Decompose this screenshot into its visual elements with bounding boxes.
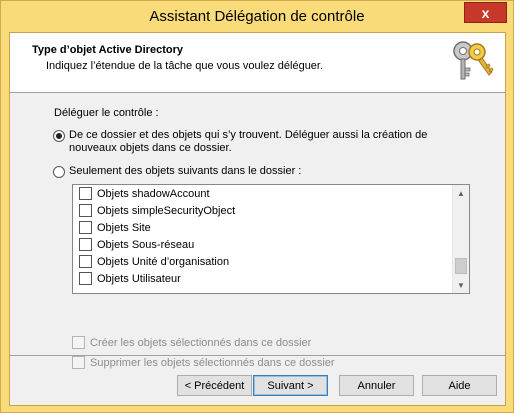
window-title: Assistant Délégation de contrôle	[149, 8, 365, 25]
list-item[interactable]: Objets Sous-réseau	[73, 236, 452, 253]
checkbox[interactable]	[79, 187, 92, 200]
create-objects-checkbox	[72, 336, 85, 349]
close-icon: x	[481, 4, 490, 21]
list-item[interactable]: Objets Site	[73, 219, 452, 236]
title-bar[interactable]: Assistant Délégation de contrôle x	[1, 1, 513, 33]
list-item-label: Objets shadowAccount	[97, 187, 210, 200]
wizard-body: Déléguer le contrôle : De ce dossier et …	[10, 94, 505, 369]
delete-objects-label: Supprimer les objets sélectionnés dans c…	[90, 356, 335, 369]
checkbox[interactable]	[79, 272, 92, 285]
wizard-header: Type d’objet Active Directory Indiquez l…	[10, 33, 505, 93]
delete-objects-option: Supprimer les objets sélectionnés dans c…	[72, 356, 335, 369]
help-button[interactable]: Aide	[422, 375, 497, 396]
list-item[interactable]: Objets shadowAccount	[73, 185, 452, 202]
list-item[interactable]: Objets Utilisateur	[73, 270, 452, 287]
checkbox[interactable]	[79, 221, 92, 234]
list-item-label: Objets Utilisateur	[97, 272, 181, 285]
object-type-items: Objets shadowAccount Objets simpleSecuri…	[73, 185, 452, 293]
delegate-control-label: Déléguer le contrôle :	[54, 107, 159, 119]
checkbox[interactable]	[79, 238, 92, 251]
object-type-list[interactable]: Objets shadowAccount Objets simpleSecuri…	[72, 184, 470, 294]
page-title: Type d’objet Active Directory	[32, 44, 183, 56]
radio-this-folder-label: De ce dossier et des objets qui s’y trou…	[69, 129, 428, 154]
checkbox[interactable]	[79, 255, 92, 268]
cancel-button[interactable]: Annuler	[339, 375, 414, 396]
radio-only-objects-label: Seulement des objets suivants dans le do…	[69, 165, 302, 177]
list-item-label: Objets Unité d’organisation	[97, 255, 230, 268]
list-item[interactable]: Objets simpleSecurityObject	[73, 202, 452, 219]
list-item-label: Objets Sous-réseau	[97, 238, 195, 251]
wizard-window: Assistant Délégation de contrôle x Type …	[0, 0, 514, 413]
create-objects-label: Créer les objets sélectionnés dans ce do…	[90, 336, 312, 349]
delete-objects-checkbox	[72, 356, 85, 369]
checkbox[interactable]	[79, 204, 92, 217]
back-button[interactable]: < Précédent	[177, 375, 252, 396]
vertical-scrollbar[interactable]: ▲ ▼	[452, 185, 469, 293]
scroll-down-icon[interactable]: ▼	[453, 277, 469, 293]
create-objects-option: Créer les objets sélectionnés dans ce do…	[72, 336, 311, 349]
radio-button-selected[interactable]	[53, 130, 65, 142]
list-item-label: Objets Site	[97, 221, 151, 234]
footer-divider	[10, 355, 505, 356]
radio-this-folder[interactable]: De ce dossier et des objets qui s’y trou…	[53, 129, 473, 155]
scrollbar-thumb[interactable]	[455, 258, 467, 274]
close-button[interactable]: x	[464, 2, 507, 23]
radio-only-objects[interactable]: Seulement des objets suivants dans le do…	[53, 165, 301, 178]
scroll-up-icon[interactable]: ▲	[453, 185, 469, 201]
next-button[interactable]: Suivant >	[253, 375, 328, 396]
list-item[interactable]: Objets Unité d’organisation	[73, 253, 452, 270]
page-subtitle: Indiquez l’étendue de la tâche que vous …	[46, 60, 324, 72]
wizard-client-area: Type d’objet Active Directory Indiquez l…	[9, 32, 506, 406]
keys-icon	[453, 41, 494, 80]
radio-button[interactable]	[53, 166, 65, 178]
list-item-label: Objets simpleSecurityObject	[97, 204, 236, 217]
